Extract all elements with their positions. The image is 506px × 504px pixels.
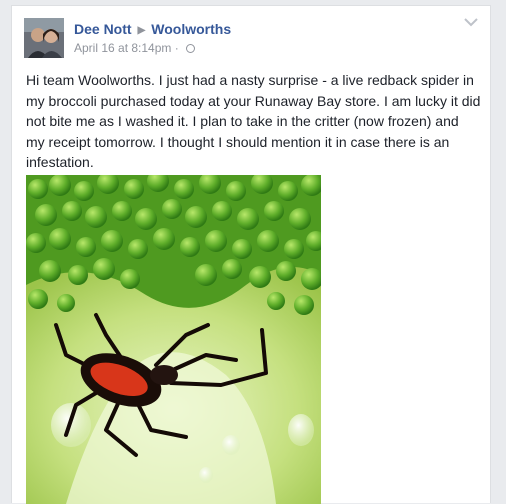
post-body-text: Hi team Woolworths. I just had a nasty s… <box>26 72 481 170</box>
timestamp-link[interactable]: April 16 at 8:14pm <box>74 41 171 55</box>
post-header: Dee Nott ▶ Woolworths <box>74 21 231 37</box>
globe-icon[interactable] <box>186 44 196 53</box>
post-meta: April 16 at 8:14pm · <box>74 41 196 55</box>
chevron-down-icon[interactable] <box>464 17 478 27</box>
avatar[interactable] <box>24 18 64 58</box>
post-card: Dee Nott ▶ Woolworths April 16 at 8:14pm ·… <box>11 5 491 504</box>
author-name-link[interactable]: Dee Nott <box>74 21 132 37</box>
caret-right-icon: ▶ <box>137 25 146 36</box>
post-photo[interactable] <box>26 175 321 504</box>
target-page-link[interactable]: Woolworths <box>151 21 231 37</box>
meta-separator: · <box>174 41 179 55</box>
